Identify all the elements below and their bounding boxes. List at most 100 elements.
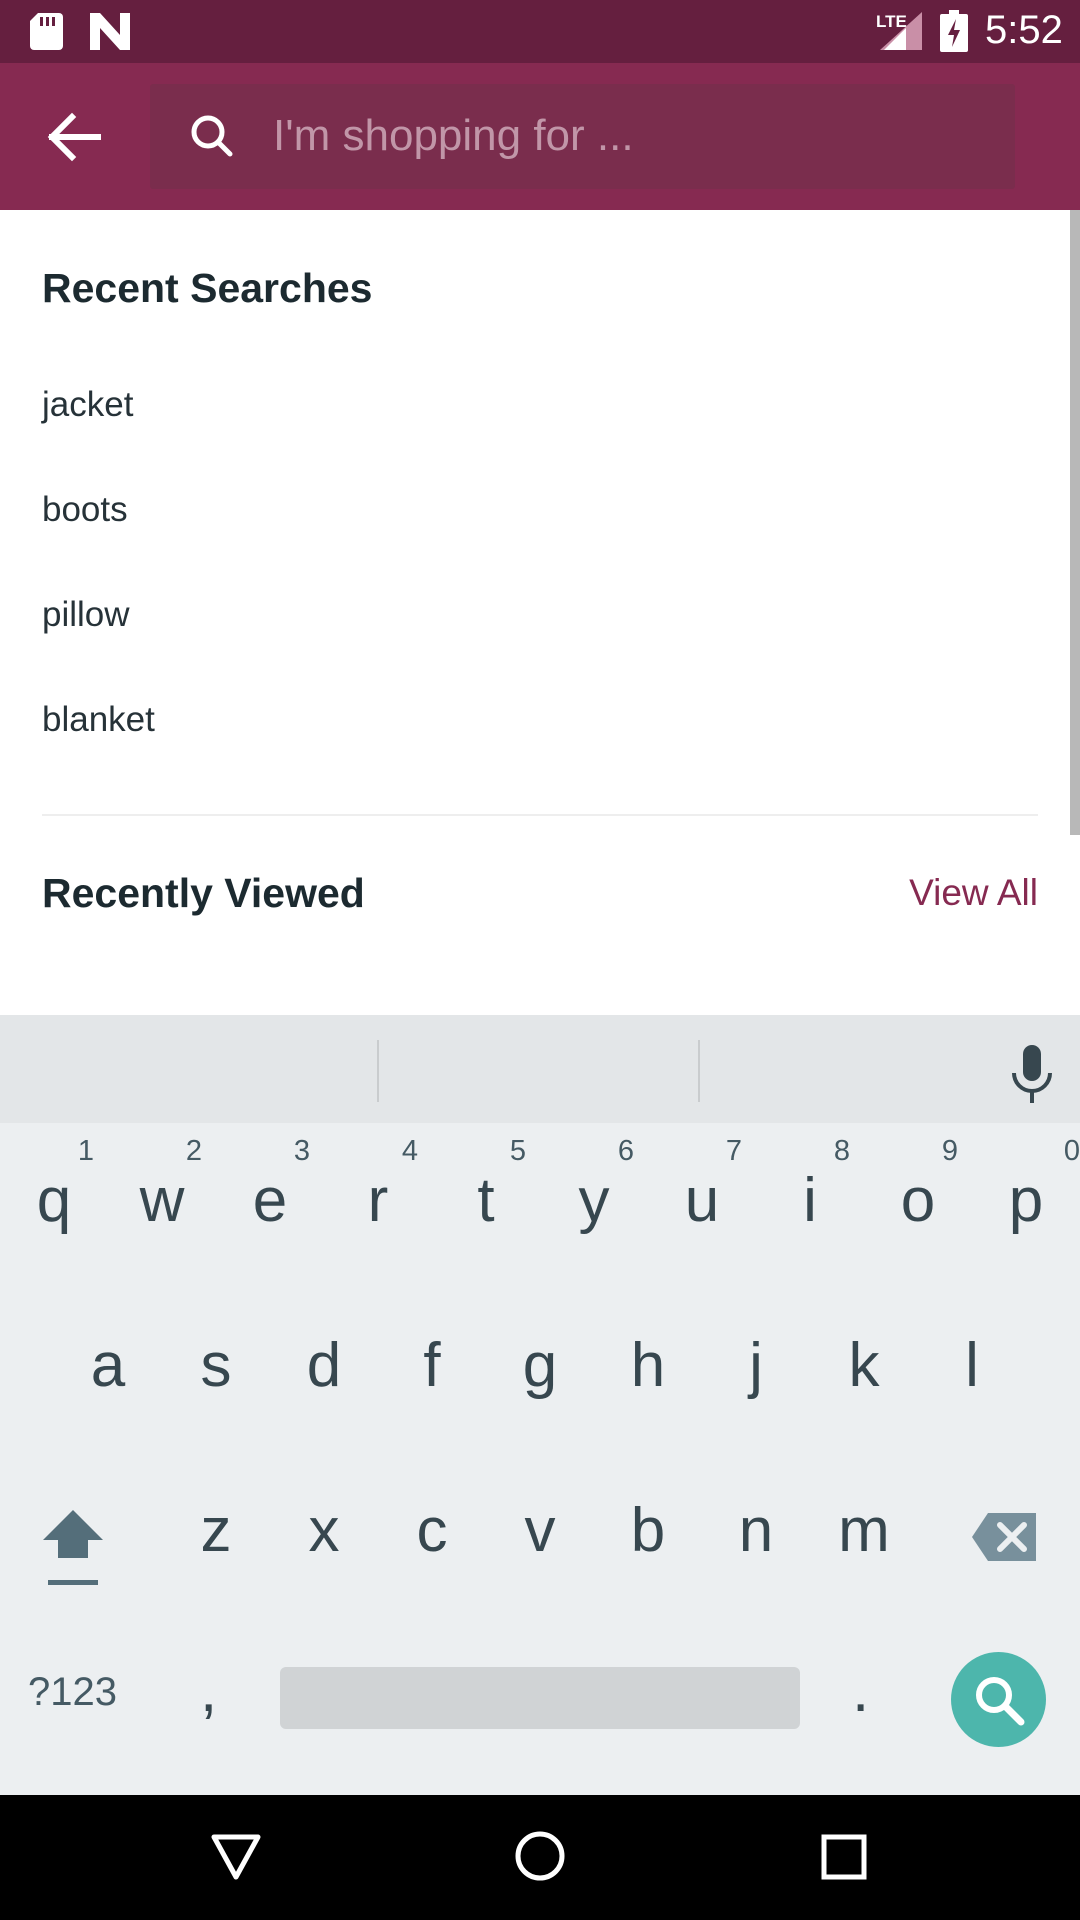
navigation-bar xyxy=(0,1795,1080,1920)
clock: 5:52 xyxy=(985,8,1063,52)
key-label: t xyxy=(477,1166,495,1235)
backspace-key[interactable] xyxy=(970,1507,1040,1567)
key-b[interactable]: b xyxy=(594,1465,702,1585)
suggestion-divider xyxy=(698,1040,700,1102)
key-hint: 1 xyxy=(77,1135,94,1167)
space-key[interactable] xyxy=(280,1667,800,1729)
key-label: h xyxy=(630,1331,666,1400)
key-f[interactable]: f xyxy=(378,1300,486,1420)
key-g[interactable]: g xyxy=(486,1300,594,1420)
key-o[interactable]: 9 o xyxy=(864,1135,972,1255)
key-c[interactable]: c xyxy=(378,1465,486,1585)
key-hint: 2 xyxy=(185,1135,202,1167)
key-s[interactable]: s xyxy=(162,1300,270,1420)
period-key[interactable]: . xyxy=(852,1655,869,1726)
key-hint: 9 xyxy=(941,1135,958,1167)
key-hint: 8 xyxy=(833,1135,850,1167)
symbols-key[interactable]: ?123 xyxy=(28,1670,117,1715)
divider xyxy=(42,814,1038,816)
app-bar xyxy=(0,63,1080,210)
key-v[interactable]: v xyxy=(486,1465,594,1585)
key-a[interactable]: a xyxy=(54,1300,162,1420)
suggestion-divider xyxy=(377,1040,379,1102)
key-r[interactable]: 4 r xyxy=(324,1135,432,1255)
key-l[interactable]: l xyxy=(918,1300,1026,1420)
back-button[interactable] xyxy=(40,107,110,167)
key-k[interactable]: k xyxy=(810,1300,918,1420)
key-m[interactable]: m xyxy=(810,1465,918,1585)
key-label: p xyxy=(1008,1166,1044,1235)
key-hint: 6 xyxy=(617,1135,634,1167)
key-label: j xyxy=(749,1331,763,1400)
key-hint: 7 xyxy=(725,1135,742,1167)
key-label: c xyxy=(416,1496,448,1565)
key-d[interactable]: d xyxy=(270,1300,378,1420)
key-label: s xyxy=(200,1331,232,1400)
key-hint: 0 xyxy=(1063,1135,1080,1167)
view-all-link[interactable]: View All xyxy=(909,872,1038,914)
key-label: a xyxy=(90,1331,126,1400)
key-label: x xyxy=(308,1496,340,1565)
n-notification-icon xyxy=(90,13,130,50)
key-j[interactable]: j xyxy=(702,1300,810,1420)
key-label: g xyxy=(522,1331,558,1400)
back-triangle-icon[interactable] xyxy=(210,1831,262,1883)
key-hint: 3 xyxy=(293,1135,310,1167)
key-label: q xyxy=(36,1166,72,1235)
key-label: m xyxy=(838,1496,890,1565)
recent-searches-title: Recent Searches xyxy=(42,265,373,311)
search-icon xyxy=(191,115,233,157)
key-label: i xyxy=(803,1166,817,1235)
key-label: o xyxy=(900,1166,936,1235)
key-p[interactable]: 0 p xyxy=(972,1135,1080,1255)
key-label: d xyxy=(306,1331,342,1400)
home-circle-icon[interactable] xyxy=(513,1829,567,1883)
key-u[interactable]: 7 u xyxy=(648,1135,756,1255)
key-z[interactable]: z xyxy=(162,1465,270,1585)
recent-search-item[interactable]: pillow xyxy=(42,595,130,635)
key-label: b xyxy=(630,1496,666,1565)
key-label: w xyxy=(139,1166,185,1235)
key-label: y xyxy=(578,1166,610,1235)
key-x[interactable]: x xyxy=(270,1465,378,1585)
recents-square-icon[interactable] xyxy=(820,1833,868,1881)
key-hint: 4 xyxy=(401,1135,418,1167)
key-label: n xyxy=(738,1496,774,1565)
microphone-icon[interactable] xyxy=(1010,1045,1054,1105)
sd-card-icon xyxy=(30,13,63,50)
arrow-back-icon xyxy=(47,112,101,162)
key-h[interactable]: h xyxy=(594,1300,702,1420)
shift-key[interactable] xyxy=(38,1500,108,1590)
search-box[interactable] xyxy=(150,84,1015,189)
recent-search-item[interactable]: boots xyxy=(42,490,128,530)
recent-search-item[interactable]: jacket xyxy=(42,385,133,425)
key-label: v xyxy=(524,1496,556,1565)
key-label: u xyxy=(684,1166,720,1235)
key-label: l xyxy=(965,1331,979,1400)
key-label: e xyxy=(252,1166,288,1235)
key-y[interactable]: 6 y xyxy=(540,1135,648,1255)
search-icon xyxy=(976,1677,1025,1726)
key-label: z xyxy=(200,1496,232,1565)
status-bar: LTE 5:52 xyxy=(0,0,1080,63)
keyboard: 1 q 2 w 3 e 4 r 5 t 6 y 7 u 8 i 9 o 0 p … xyxy=(0,1015,1080,1795)
key-label: k xyxy=(848,1331,880,1400)
key-w[interactable]: 2 w xyxy=(108,1135,216,1255)
recent-search-item[interactable]: blanket xyxy=(42,700,155,740)
suggestion-strip xyxy=(0,1015,1080,1123)
search-suggestions-panel: Recent Searches jacket boots pillow blan… xyxy=(0,210,1080,1015)
battery-charging-icon xyxy=(940,10,968,52)
signal-icon xyxy=(880,12,922,50)
recently-viewed-title: Recently Viewed xyxy=(42,870,365,916)
keyboard-search-button[interactable] xyxy=(951,1652,1046,1747)
comma-key[interactable]: , xyxy=(200,1655,217,1726)
key-i[interactable]: 8 i xyxy=(756,1135,864,1255)
search-input[interactable] xyxy=(273,106,973,166)
key-label: f xyxy=(423,1331,441,1400)
scrollbar[interactable] xyxy=(1070,210,1080,835)
key-e[interactable]: 3 e xyxy=(216,1135,324,1255)
key-n[interactable]: n xyxy=(702,1465,810,1585)
key-t[interactable]: 5 t xyxy=(432,1135,540,1255)
key-label: r xyxy=(367,1166,389,1235)
key-q[interactable]: 1 q xyxy=(0,1135,108,1255)
